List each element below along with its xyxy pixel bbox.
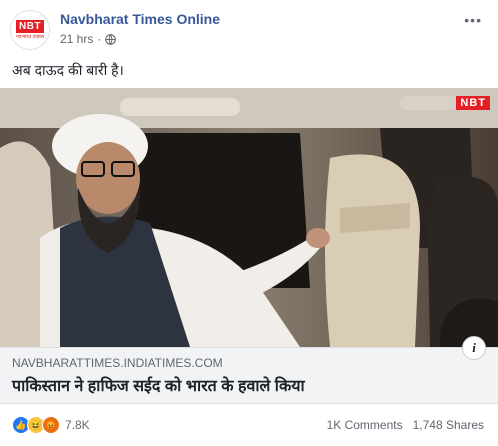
nbt-logo: NBT <box>15 20 45 33</box>
info-icon[interactable]: i <box>462 336 486 360</box>
link-domain: NAVBHARATTIMES.INDIATIMES.COM <box>12 356 223 370</box>
more-options-icon[interactable]: ••• <box>464 12 482 28</box>
globe-icon <box>105 33 117 45</box>
post-timestamp[interactable]: 21 hrs <box>60 32 93 46</box>
photo-illustration <box>0 88 498 347</box>
nbt-logo-subtitle: नवभारत टाइम्स <box>16 34 44 40</box>
comments-count[interactable]: 1K Comments <box>327 418 403 432</box>
angry-reaction-icon: 😡 <box>42 416 60 434</box>
post-image[interactable]: NBT <box>0 88 498 347</box>
page-avatar[interactable]: NBT नवभारत टाइम्स <box>10 10 50 50</box>
reactions-summary[interactable]: 👍 😆 😡 7.8K <box>12 416 90 434</box>
post-caption: अब दाऊद की बारी है। <box>12 62 124 78</box>
shares-count[interactable]: 1,748 Shares <box>413 418 484 432</box>
reaction-count[interactable]: 7.8K <box>65 418 90 432</box>
post-meta: 21 hrs · <box>60 32 117 46</box>
link-title[interactable]: पाकिस्तान ने हाफिज सईद को भारत के हवाले … <box>12 374 305 396</box>
nbt-watermark: NBT <box>456 96 490 110</box>
meta-separator: · <box>97 32 102 46</box>
page-name-link[interactable]: Navbharat Times Online <box>60 11 220 27</box>
engagement-stats: 1K Comments 1,748 Shares <box>327 418 484 432</box>
facebook-post: NBT नवभारत टाइम्स Navbharat Times Online… <box>0 0 498 446</box>
link-preview[interactable]: i NAVBHARATTIMES.INDIATIMES.COM पाकिस्ता… <box>0 336 498 404</box>
